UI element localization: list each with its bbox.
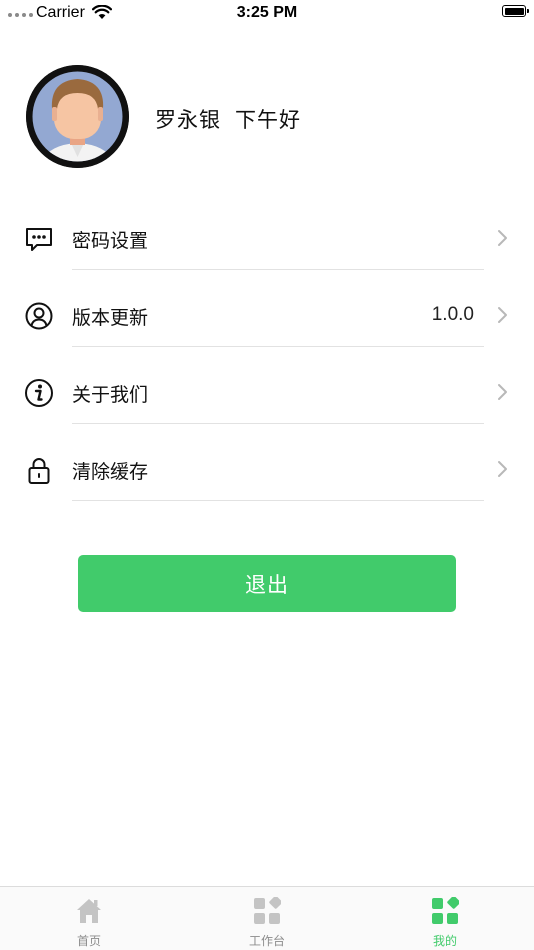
menu-item-label: 清除缓存	[72, 461, 149, 483]
chevron-right-icon	[498, 307, 507, 323]
divider	[72, 423, 484, 424]
divider	[72, 269, 484, 270]
my-grid-icon	[432, 897, 459, 924]
battery-icon	[502, 5, 529, 17]
menu-item-label: 关于我们	[72, 384, 149, 406]
home-icon	[77, 899, 101, 923]
info-circle-icon	[25, 379, 53, 407]
tab-workbench[interactable]: 工作台	[207, 887, 327, 950]
status-time: 3:25 PM	[236, 4, 298, 21]
greeting-time-of-day: 下午好	[235, 108, 301, 132]
menu-item-password-settings[interactable]: 密码设置	[0, 210, 534, 270]
version-number: 1.0.0	[431, 304, 474, 325]
message-dots-icon	[26, 228, 52, 251]
menu-item-label: 密码设置	[72, 230, 149, 252]
menu-item-clear-cache[interactable]: 清除缓存	[0, 441, 534, 501]
tab-label: 工作台	[248, 934, 285, 948]
menu-item-label: 版本更新	[72, 307, 149, 329]
workbench-grid-icon	[254, 897, 281, 924]
menu-item-version-update[interactable]: 版本更新 1.0.0	[0, 287, 534, 347]
tab-label: 我的	[432, 934, 457, 948]
logout-button[interactable]: 退出	[78, 555, 456, 612]
divider	[72, 346, 484, 347]
chevron-right-icon	[498, 384, 507, 400]
status-bar: Carrier 3:25 PM	[0, 0, 534, 26]
greeting-text: 罗永银 下午好	[155, 104, 301, 134]
tab-label: 首页	[76, 934, 101, 948]
chevron-right-icon	[498, 230, 507, 246]
tab-bar: 首页 工作台 我的	[0, 886, 534, 950]
avatar-face-icon	[26, 65, 129, 168]
tab-home[interactable]: 首页	[29, 887, 149, 950]
user-circle-icon	[25, 302, 53, 330]
menu-item-about-us[interactable]: 关于我们	[0, 364, 534, 424]
tab-mine[interactable]: 我的	[385, 887, 505, 950]
divider	[72, 500, 484, 501]
lock-icon	[28, 458, 50, 484]
avatar[interactable]	[26, 65, 129, 168]
chevron-right-icon	[498, 461, 507, 477]
user-name: 罗永银	[155, 108, 221, 132]
